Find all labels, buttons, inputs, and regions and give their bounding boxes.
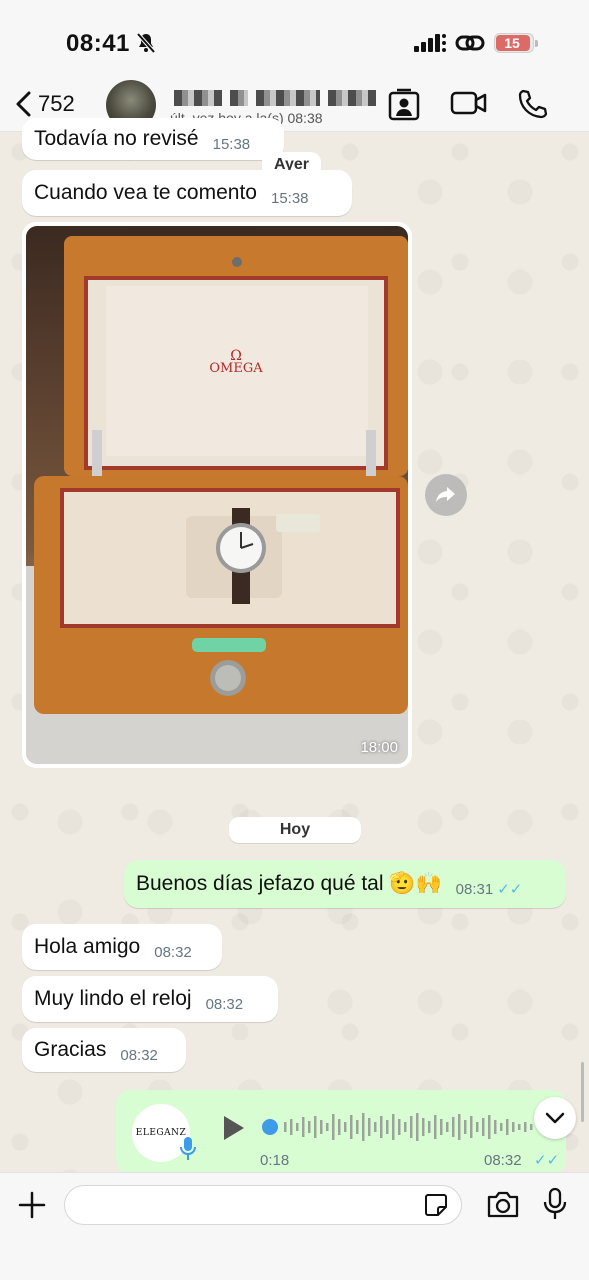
link-icon <box>455 35 485 51</box>
message-time: 08:32 <box>120 1046 158 1064</box>
message-time: 08:32 <box>154 943 192 961</box>
bell-muted-icon <box>136 32 156 54</box>
forward-arrow-icon <box>436 487 455 502</box>
back-button[interactable]: 752 <box>14 90 75 118</box>
camera-icon[interactable] <box>486 1189 520 1219</box>
mic-icon <box>180 1137 196 1160</box>
chevron-left-icon <box>16 91 31 117</box>
video-call-icon[interactable] <box>450 88 488 118</box>
date-chip-hoy: Hoy <box>229 817 361 843</box>
message-text: Hola amigo <box>34 935 141 958</box>
scroll-down-button[interactable] <box>534 1097 576 1139</box>
watch-box-photo[interactable]: OMEGA Ω 18:00 <box>26 226 408 764</box>
message-time: 08:32 <box>205 995 244 1013</box>
message-text: Gracias <box>34 1038 107 1061</box>
voice-message[interactable]: ELEGANZ 0:18 08:32 ✓✓ <box>116 1090 566 1174</box>
photo-illustration: OMEGA Ω <box>26 236 408 764</box>
message-incoming[interactable]: Hola amigo 08:32 <box>22 924 222 970</box>
message-time: 08:31 <box>455 880 494 898</box>
read-ticks-icon: ✓✓ <box>497 881 523 898</box>
message-input-bar <box>0 1172 589 1280</box>
message-input[interactable] <box>64 1185 462 1225</box>
voice-duration: 0:18 <box>260 1152 290 1169</box>
scrollbar[interactable] <box>581 1062 584 1122</box>
voice-time: 08:32 <box>484 1152 522 1169</box>
contact-card-icon[interactable] <box>388 88 420 122</box>
phone-call-icon[interactable] <box>516 88 548 120</box>
play-icon[interactable] <box>220 1114 246 1142</box>
message-outgoing[interactable]: Buenos días jefazo qué tal 🫡🙌 08:31 ✓✓ <box>124 860 566 908</box>
message-incoming[interactable]: Cuando vea te comento 15:38 <box>22 170 352 216</box>
image-time: 18:00 <box>360 739 398 756</box>
battery-indicator: 15 <box>494 33 538 53</box>
microphone-icon[interactable] <box>543 1187 567 1221</box>
plus-icon[interactable] <box>18 1191 46 1219</box>
message-incoming[interactable]: Muy lindo el reloj 08:32 <box>22 976 278 1022</box>
chevron-down-icon <box>545 1112 565 1124</box>
image-message[interactable]: OMEGA Ω 18:00 <box>22 222 412 768</box>
status-time: 08:41 <box>66 30 130 57</box>
svg-text:Ω: Ω <box>230 348 242 364</box>
contact-name-redacted[interactable] <box>174 90 376 106</box>
message-time: 15:38 <box>270 189 309 207</box>
message-time: 15:38 <box>212 135 251 153</box>
unread-count: 752 <box>38 91 75 116</box>
message-text: Buenos días jefazo qué tal 🫡🙌 <box>136 872 442 895</box>
sticker-icon[interactable] <box>424 1193 448 1217</box>
read-ticks-icon: ✓✓ <box>534 1152 560 1169</box>
message-text: Muy lindo el reloj <box>34 987 192 1010</box>
forward-button[interactable] <box>425 474 467 516</box>
message-text: Cuando vea te comento <box>34 181 257 204</box>
signal-icon <box>414 34 446 52</box>
battery-level: 15 <box>504 35 520 51</box>
message-text: Todavía no revisé <box>34 127 199 150</box>
message-incoming[interactable]: Gracias 08:32 <box>22 1028 186 1072</box>
audio-waveform[interactable] <box>262 1110 548 1144</box>
status-bar: 08:41 15 <box>0 0 589 80</box>
message-incoming[interactable]: Todavía no revisé 15:38 <box>22 118 284 160</box>
